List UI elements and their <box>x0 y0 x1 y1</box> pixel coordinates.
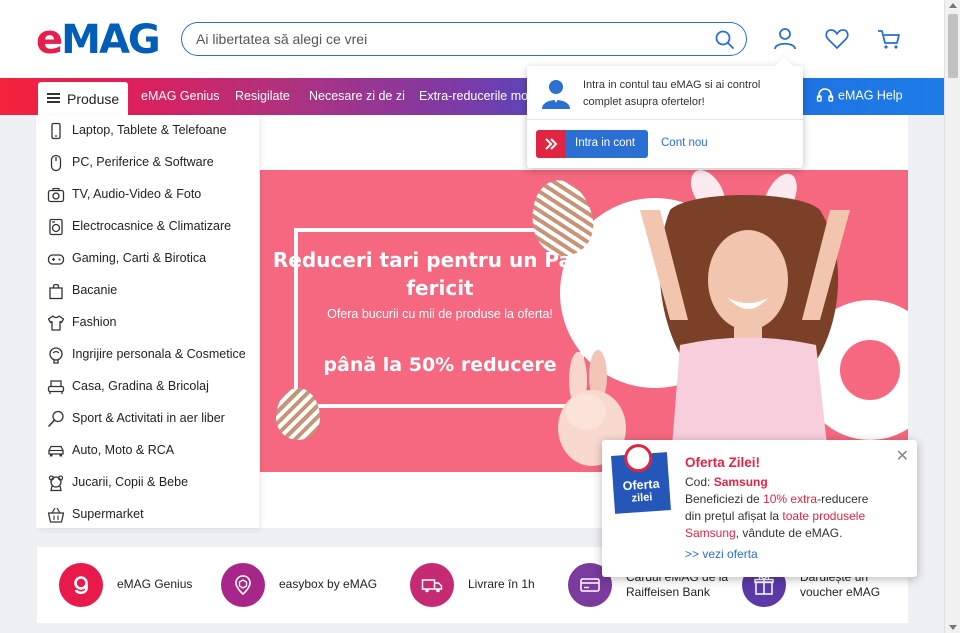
cart-icon[interactable] <box>876 26 902 52</box>
emag-help-link[interactable]: eMAG Help <box>816 87 903 105</box>
car-icon <box>48 445 64 457</box>
logo-e: e <box>36 17 63 63</box>
emag-logo[interactable]: eMAG <box>36 17 161 63</box>
heart-icon[interactable] <box>824 26 850 52</box>
easter-egg-image <box>276 388 320 440</box>
category-ingrijire[interactable]: Ingrijire personala & Cosmetice <box>37 339 259 371</box>
category-fashion[interactable]: Fashion <box>37 307 259 339</box>
category-pc[interactable]: PC, Periferice & Software <box>37 147 259 179</box>
search-icon[interactable] <box>714 29 736 51</box>
category-label: Jucarii, Copii & Bebe <box>72 475 189 489</box>
feature-label: Livrare în 1h <box>468 577 535 591</box>
category-label: Laptop, Tablete & Telefoane <box>72 123 227 137</box>
category-label: Casa, Gradina & Bricolaj <box>72 379 209 393</box>
scroll-down-icon[interactable] <box>949 625 957 630</box>
basket-icon <box>47 507 65 523</box>
category-casa[interactable]: Casa, Gradina & Bricolaj <box>37 371 259 403</box>
category-label: Bacanie <box>72 283 118 297</box>
close-icon[interactable]: ✕ <box>896 446 909 466</box>
category-menu: Laptop, Tablete & Telefoane PC, Periferi… <box>37 115 259 528</box>
clock-icon <box>623 443 654 474</box>
category-label: Ingrijire personala & Cosmetice <box>72 347 246 361</box>
login-arrow-icon <box>536 130 566 158</box>
teddy-bear-icon <box>48 475 64 492</box>
cosmetics-icon <box>49 347 63 364</box>
category-auto[interactable]: Auto, Moto & RCA <box>37 435 259 467</box>
headset-icon <box>816 88 834 102</box>
account-user-icon <box>542 80 570 109</box>
logo-mag: MAG <box>61 17 161 63</box>
category-sport[interactable]: Sport & Activitati in aer liber <box>37 403 259 435</box>
category-label: Electrocasnice & Climatizare <box>72 219 232 233</box>
feature-label: eMAG Genius <box>117 577 193 591</box>
login-label: Intra in cont <box>575 137 636 149</box>
category-label: Sport & Activitati in aer liber <box>72 411 225 425</box>
category-label: Gaming, Carti & Birotica <box>72 251 207 265</box>
search-input[interactable] <box>196 23 696 55</box>
deal-all-products: toate produsele <box>782 509 866 523</box>
code-label: Cod: <box>685 475 711 489</box>
see-offer-link[interactable]: >> vezi oferta <box>685 547 758 561</box>
deal-title: Oferta Zilei! <box>685 455 761 470</box>
nav-link-genius[interactable]: eMAG Genius <box>141 89 220 103</box>
banner-subtitle: Ofera bucurii cu mii de produse la ofert… <box>327 307 553 321</box>
scroll-up-icon[interactable] <box>949 3 957 8</box>
new-account-link[interactable]: Cont nou <box>661 137 708 149</box>
category-laptop[interactable]: Laptop, Tablete & Telefoane <box>37 115 259 147</box>
divider <box>527 119 803 120</box>
nav-link-resigilate[interactable]: Resigilate <box>235 89 290 103</box>
code-value: Samsung <box>713 475 768 489</box>
phone-icon <box>51 122 61 140</box>
category-tv[interactable]: TV, Audio-Video & Foto <box>37 179 259 211</box>
easybox-icon <box>221 563 265 607</box>
category-electrocasnice[interactable]: Electrocasnice & Climatizare <box>37 211 259 243</box>
camera-icon <box>47 187 65 203</box>
truck-icon <box>410 563 454 607</box>
easter-banner[interactable]: Reduceri tari pentru un Paște fericit Of… <box>260 170 908 472</box>
category-supermarket[interactable]: Supermarket <box>37 499 259 531</box>
genius-icon <box>59 563 103 607</box>
racket-icon <box>48 410 64 427</box>
washing-machine-icon <box>49 218 63 236</box>
search-bar <box>181 22 747 56</box>
produse-button[interactable]: Produse <box>38 82 128 115</box>
menu-icon <box>47 93 60 103</box>
category-jucarii[interactable]: Jucarii, Copii & Bebe <box>37 467 259 499</box>
woman-bunny-ears-image <box>640 170 850 472</box>
shopping-bag-icon <box>49 283 63 300</box>
nav-link-necesare[interactable]: Necesare zi de zi <box>309 89 405 103</box>
category-label: Fashion <box>72 315 117 329</box>
scroll-thumb[interactable] <box>948 14 958 78</box>
tshirt-icon <box>47 315 65 331</box>
oferta-zilei-badge: Oferta zilei <box>611 443 671 514</box>
feature-label: easybox by eMAG <box>279 577 378 591</box>
deal-body: Cod: Samsung Beneficiezi de 10% extra-re… <box>685 474 905 542</box>
nav-link-extra-reduceri[interactable]: Extra-reducerile mon <box>419 89 535 103</box>
deal-extra: 10% extra <box>763 492 818 506</box>
produse-label: Produse <box>67 91 120 107</box>
deal-of-day-popup: ✕ Oferta zilei Oferta Zilei! Cod: Samsun… <box>602 440 917 577</box>
login-button[interactable]: Intra in cont <box>536 130 648 158</box>
category-label: Auto, Moto & RCA <box>72 443 175 457</box>
badge-line2: zilei <box>631 491 653 505</box>
category-label: Supermarket <box>72 507 144 521</box>
category-label: PC, Periferice & Software <box>72 155 214 169</box>
account-message: Intra in contul tau eMAG si ai control c… <box>583 79 761 108</box>
user-icon[interactable] <box>772 26 798 52</box>
mouse-icon <box>50 154 62 172</box>
deal-text: Beneficiezi de <box>685 492 760 506</box>
category-gaming[interactable]: Gaming, Carti & Birotica <box>37 243 259 275</box>
account-popup: Intra in contul tau eMAG si ai control c… <box>527 56 803 168</box>
armchair-icon <box>47 380 65 394</box>
help-label: eMAG Help <box>838 88 903 103</box>
deal-text: din prețul afișat la <box>685 509 780 523</box>
deal-text: -reducere <box>817 492 869 506</box>
deal-brand: Samsung <box>685 526 736 540</box>
category-label: TV, Audio-Video & Foto <box>72 187 202 201</box>
category-bacanie[interactable]: Bacanie <box>37 275 259 307</box>
deal-text: , vândute de eMAG. <box>735 526 843 540</box>
page-scrollbar[interactable] <box>944 0 960 633</box>
gamepad-icon <box>47 254 65 265</box>
